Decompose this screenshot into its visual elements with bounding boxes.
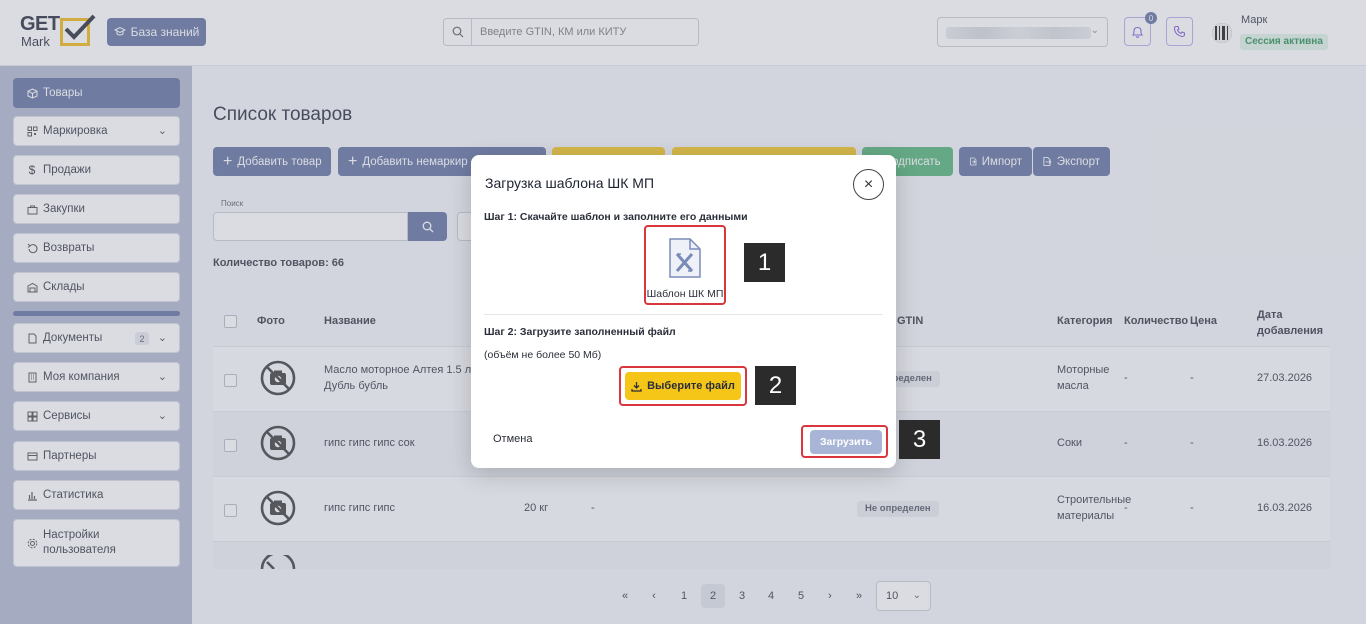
upload-button-highlight: Загрузить (801, 425, 888, 458)
template-file-name: Шаблон ШК МП (646, 288, 724, 300)
template-file-download[interactable]: Шаблон ШК МП (644, 225, 726, 305)
step-callout-3: 3 (899, 420, 940, 459)
excel-file-icon (669, 238, 701, 278)
download-icon (631, 381, 642, 392)
cancel-button[interactable]: Отмена (493, 433, 532, 445)
step2-title: Шаг 2: Загрузите заполненный файл (484, 326, 676, 338)
modal-divider (484, 314, 883, 315)
step1-title: Шаг 1: Скачайте шаблон и заполните его д… (484, 211, 748, 223)
modal-title: Загрузка шаблона ШК МП (485, 175, 655, 191)
upload-template-modal: Загрузка шаблона ШК МП × Шаг 1: Скачайте… (471, 155, 896, 468)
upload-button[interactable]: Загрузить (810, 430, 882, 454)
step-callout-1: 1 (744, 243, 785, 282)
file-size-note: (объём не более 50 Мб) (484, 349, 602, 361)
choose-file-label: Выберите файл (647, 380, 735, 392)
close-icon[interactable]: × (853, 169, 884, 200)
choose-file-button[interactable]: Выберите файл (625, 372, 741, 400)
choose-file-highlight: Выберите файл (619, 366, 747, 406)
step-callout-2: 2 (755, 366, 796, 405)
